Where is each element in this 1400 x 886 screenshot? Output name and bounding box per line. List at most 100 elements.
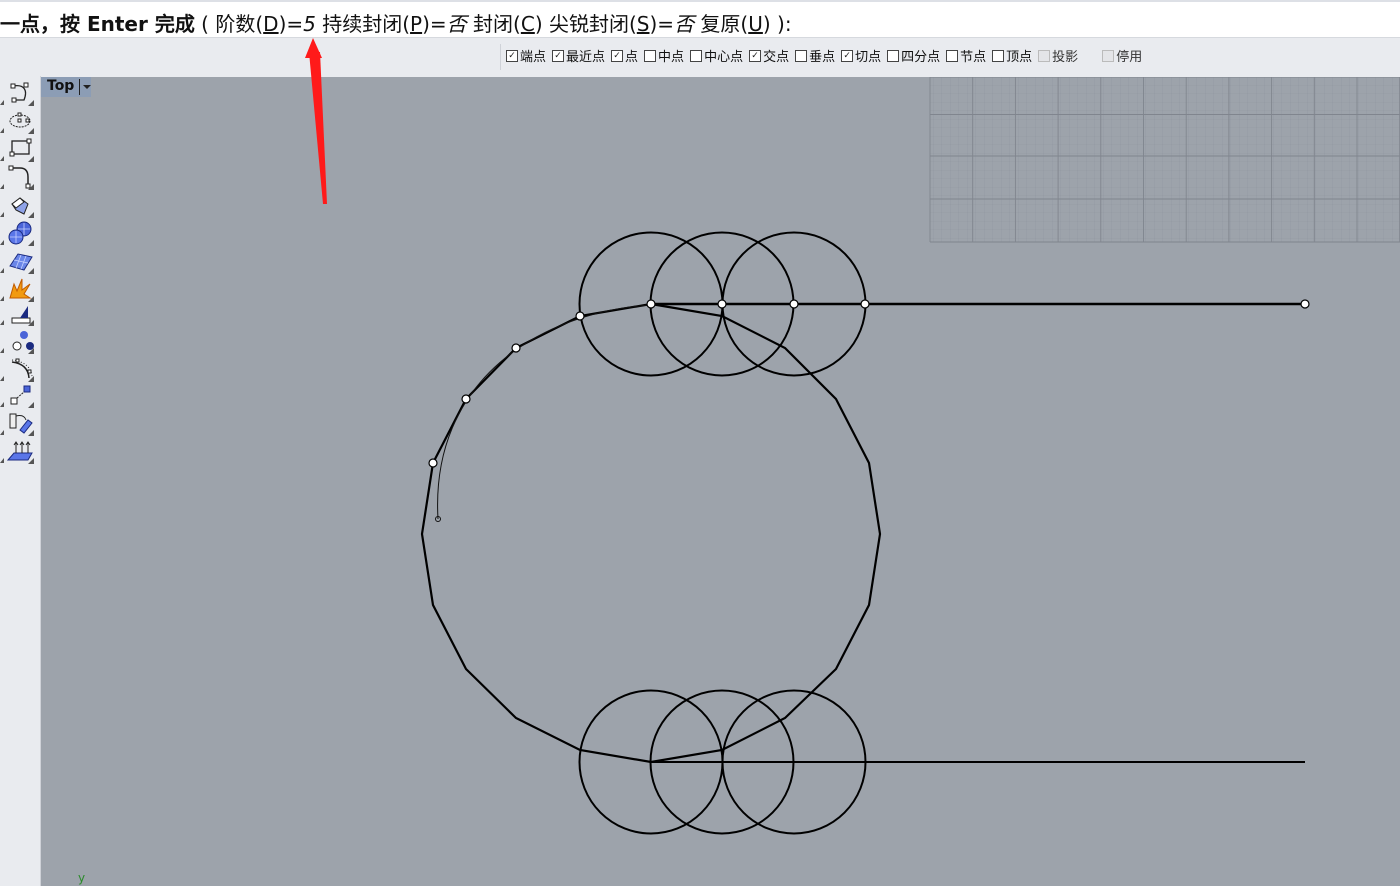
osnap-3[interactable]: 中点 <box>644 46 684 65</box>
flyout-indicator-icon <box>28 320 34 326</box>
osnap-6[interactable]: 垂点 <box>795 46 835 65</box>
viewport-menu-dropdown-icon[interactable] <box>83 85 91 89</box>
toolbar-edge-marker <box>0 100 4 105</box>
flyout-indicator-icon <box>28 268 34 274</box>
osnap-1[interactable]: ✓ 最近点 <box>552 46 605 65</box>
osnap-items: ✓ 端点 ✓ 最近点 ✓ 点中点 中心点 ✓ 交点 垂点 ✓ 切点 四分点 节点 顶点 投影 停用 <box>506 46 1148 65</box>
osnap-label: 最近点 <box>566 50 606 65</box>
control-point-icon[interactable] <box>575 311 585 321</box>
checkbox-icon[interactable] <box>1102 49 1115 62</box>
command-line[interactable]: 一点，按 Enter 完成 ( 阶数(D)=5 持续封闭(P)=否 封闭(C) … <box>0 0 1400 38</box>
checkbox-icon[interactable] <box>887 49 900 62</box>
flyout-indicator-icon <box>28 430 34 436</box>
osnap-2[interactable]: ✓ 点 <box>611 46 638 65</box>
command-prompt: 一点，按 Enter 完成 ( 阶数(D)=5 持续封闭(P)=否 封闭(C) … <box>0 8 792 37</box>
toolbar-button-11[interactable] <box>6 382 34 408</box>
toolbar-button-5[interactable] <box>6 220 34 246</box>
grid <box>929 77 1400 243</box>
osnap-label: 垂点 <box>809 50 836 65</box>
toolbar-button-7[interactable] <box>6 276 34 302</box>
preview-curve[interactable] <box>437 304 652 520</box>
toolbar-button-6[interactable] <box>6 248 34 274</box>
control-point-icon[interactable] <box>646 299 656 309</box>
viewport-title-tab[interactable]: Top <box>41 77 91 97</box>
checkbox-checked-icon[interactable]: ✓ <box>506 49 518 62</box>
toolbar-button-12[interactable] <box>6 410 34 436</box>
left-toolbar <box>0 76 41 886</box>
command-option-p[interactable]: 持续封闭(P)=否 <box>316 12 467 36</box>
osnap-10[interactable]: 顶点 <box>992 46 1032 65</box>
toolbar-button-9[interactable] <box>6 328 34 354</box>
osnap-11[interactable]: 投影 <box>1038 46 1078 65</box>
command-option-d[interactable]: 阶数(D)=5 <box>215 12 316 36</box>
checkbox-icon[interactable] <box>946 49 959 62</box>
command-option-value: 5 <box>303 12 316 36</box>
toolbar-button-1[interactable] <box>6 108 34 134</box>
command-option-value: 否 <box>674 12 695 36</box>
flyout-indicator-icon <box>28 156 34 162</box>
toolbar-button-4[interactable] <box>6 192 34 218</box>
axis-label-y: y <box>78 871 86 885</box>
prompt-paren: ( <box>194 12 216 36</box>
toolbar-button-8[interactable] <box>6 300 34 326</box>
flyout-indicator-icon <box>28 240 34 246</box>
osnap-label: 中心点 <box>704 50 744 65</box>
flyout-indicator-icon <box>28 212 34 218</box>
command-option-c[interactable]: 封闭(C) <box>467 12 543 36</box>
osnap-0[interactable]: ✓ 端点 <box>506 46 546 65</box>
toolbar-edge-marker <box>0 156 4 161</box>
viewport-canvas[interactable] <box>41 77 1400 886</box>
flyout-indicator-icon <box>28 184 34 190</box>
toolbar-button-2[interactable] <box>6 136 34 162</box>
toolbar-edge-marker <box>0 376 4 381</box>
osnap-5[interactable]: ✓ 交点 <box>749 46 789 65</box>
checkbox-checked-icon[interactable]: ✓ <box>841 49 854 62</box>
viewport-divider <box>79 79 80 95</box>
toolbar-button-0[interactable] <box>6 80 34 106</box>
flyout-indicator-icon <box>28 458 34 464</box>
osnap-8[interactable]: 四分点 <box>887 46 940 65</box>
osnap-label: 停用 <box>1116 50 1143 65</box>
command-option-value: 否 <box>446 12 467 36</box>
prompt-close: ): <box>770 12 792 36</box>
control-point-icon[interactable] <box>428 458 438 468</box>
checkbox-icon[interactable] <box>992 49 1005 62</box>
viewport-top[interactable]: Top y <box>41 77 1400 886</box>
toolbar-edge-marker <box>0 458 4 463</box>
toolbar-edge-marker <box>0 212 4 217</box>
osnap-4[interactable]: 中心点 <box>690 46 743 65</box>
toolbar-edge-marker <box>0 320 4 325</box>
toolbar-button-10[interactable] <box>6 356 34 382</box>
checkbox-icon[interactable] <box>690 49 703 62</box>
toolbar-edge-marker <box>0 268 4 273</box>
osnap-12[interactable]: 停用 <box>1102 46 1142 65</box>
checkbox-icon[interactable] <box>1038 49 1051 62</box>
checkbox-icon[interactable] <box>644 49 657 62</box>
osnap-label: 切点 <box>855 50 882 65</box>
toolbar-button-13[interactable] <box>6 438 34 464</box>
osnap-9[interactable]: 节点 <box>946 46 986 65</box>
osnap-label: 节点 <box>960 50 987 65</box>
control-point-icon[interactable] <box>461 394 471 404</box>
command-option-s[interactable]: 尖锐封闭(S)=否 <box>543 12 694 36</box>
checkbox-checked-icon[interactable]: ✓ <box>552 49 565 62</box>
control-point-icon[interactable] <box>1300 299 1310 309</box>
flyout-indicator-icon <box>28 402 34 408</box>
osnap-7[interactable]: ✓ 切点 <box>841 46 881 65</box>
flyout-indicator-icon <box>28 100 34 106</box>
checkbox-checked-icon[interactable]: ✓ <box>611 49 624 62</box>
control-point-icon[interactable] <box>511 343 521 353</box>
command-option-u[interactable]: 复原(U) <box>694 12 770 36</box>
flyout-indicator-icon <box>28 128 34 134</box>
osnap-label: 交点 <box>763 50 790 65</box>
checkbox-icon[interactable] <box>795 49 808 62</box>
prompt-prefix: 一点，按 Enter 完成 <box>0 12 195 36</box>
toolbar-button-3[interactable] <box>6 164 34 190</box>
viewport-name: Top <box>47 78 75 94</box>
control-point-icon[interactable] <box>717 299 727 309</box>
osnap-label: 中点 <box>658 50 685 65</box>
checkbox-checked-icon[interactable]: ✓ <box>749 49 762 62</box>
toolbar-edge-marker <box>0 430 4 435</box>
control-point-icon[interactable] <box>789 299 799 309</box>
control-point-icon[interactable] <box>860 299 870 309</box>
